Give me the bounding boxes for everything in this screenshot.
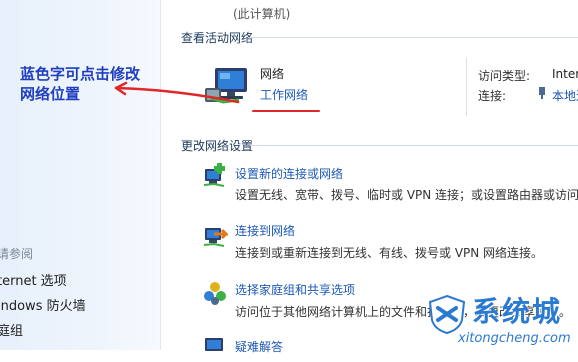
homegroup-icon [204, 282, 226, 305]
access-type-label: 访问类型: [478, 69, 531, 83]
network-type-link[interactable]: 工作网络 [260, 86, 308, 103]
vertical-divider [466, 58, 467, 116]
link-windows-firewall[interactable]: indows 防火墙 [0, 295, 86, 314]
red-underline-mark [252, 110, 320, 112]
new-connection-icon [203, 163, 225, 187]
link-homegroup[interactable]: 庭组 [0, 320, 23, 339]
task-connect-network-desc: 连接到或重新连接到无线、有线、拨号或 VPN 网络连接。 [235, 246, 544, 260]
network-name: 网络 [260, 67, 285, 81]
link-internet-options[interactable]: ternet 选项 [0, 270, 67, 289]
access-type-value: Inter [552, 67, 578, 81]
task-setup-connection-desc: 设置无线、宽带、拨号、临时或 VPN 连接；或设置路由器或访问 [235, 188, 578, 202]
change-settings-heading: 更改网络设置 [181, 139, 254, 153]
watermark: 系统城 xitongcheng.com [418, 292, 578, 350]
connect-network-icon [203, 228, 228, 247]
section-divider [250, 37, 578, 38]
active-networks-heading: 查看活动网络 [181, 31, 254, 45]
left-pane: 请参阅 ternet 选项 indows 防火墙 庭组 [0, 0, 161, 350]
task-troubleshoot-link[interactable]: 疑难解答 [235, 338, 283, 355]
task-homegroup-link[interactable]: 选择家庭组和共享选项 [235, 281, 355, 298]
watermark-url: xitongcheng.com [458, 331, 571, 346]
connection-label: 连接: [478, 89, 507, 103]
connection-link[interactable]: 本地连 [552, 87, 578, 104]
network-adapter-icon [539, 87, 545, 99]
computer-caption: (此计算机) [233, 7, 291, 21]
watermark-brand: 系统城 [472, 295, 563, 328]
task-setup-connection-link[interactable]: 设置新的连接或网络 [235, 165, 343, 182]
task-connect-network-link[interactable]: 连接到网络 [235, 222, 295, 239]
see-also-heading: 请参阅 [0, 247, 34, 261]
watermark-logo-icon [428, 294, 466, 334]
troubleshoot-icon [205, 338, 223, 351]
section-divider [250, 145, 578, 146]
red-arrow-annotation [114, 81, 240, 104]
